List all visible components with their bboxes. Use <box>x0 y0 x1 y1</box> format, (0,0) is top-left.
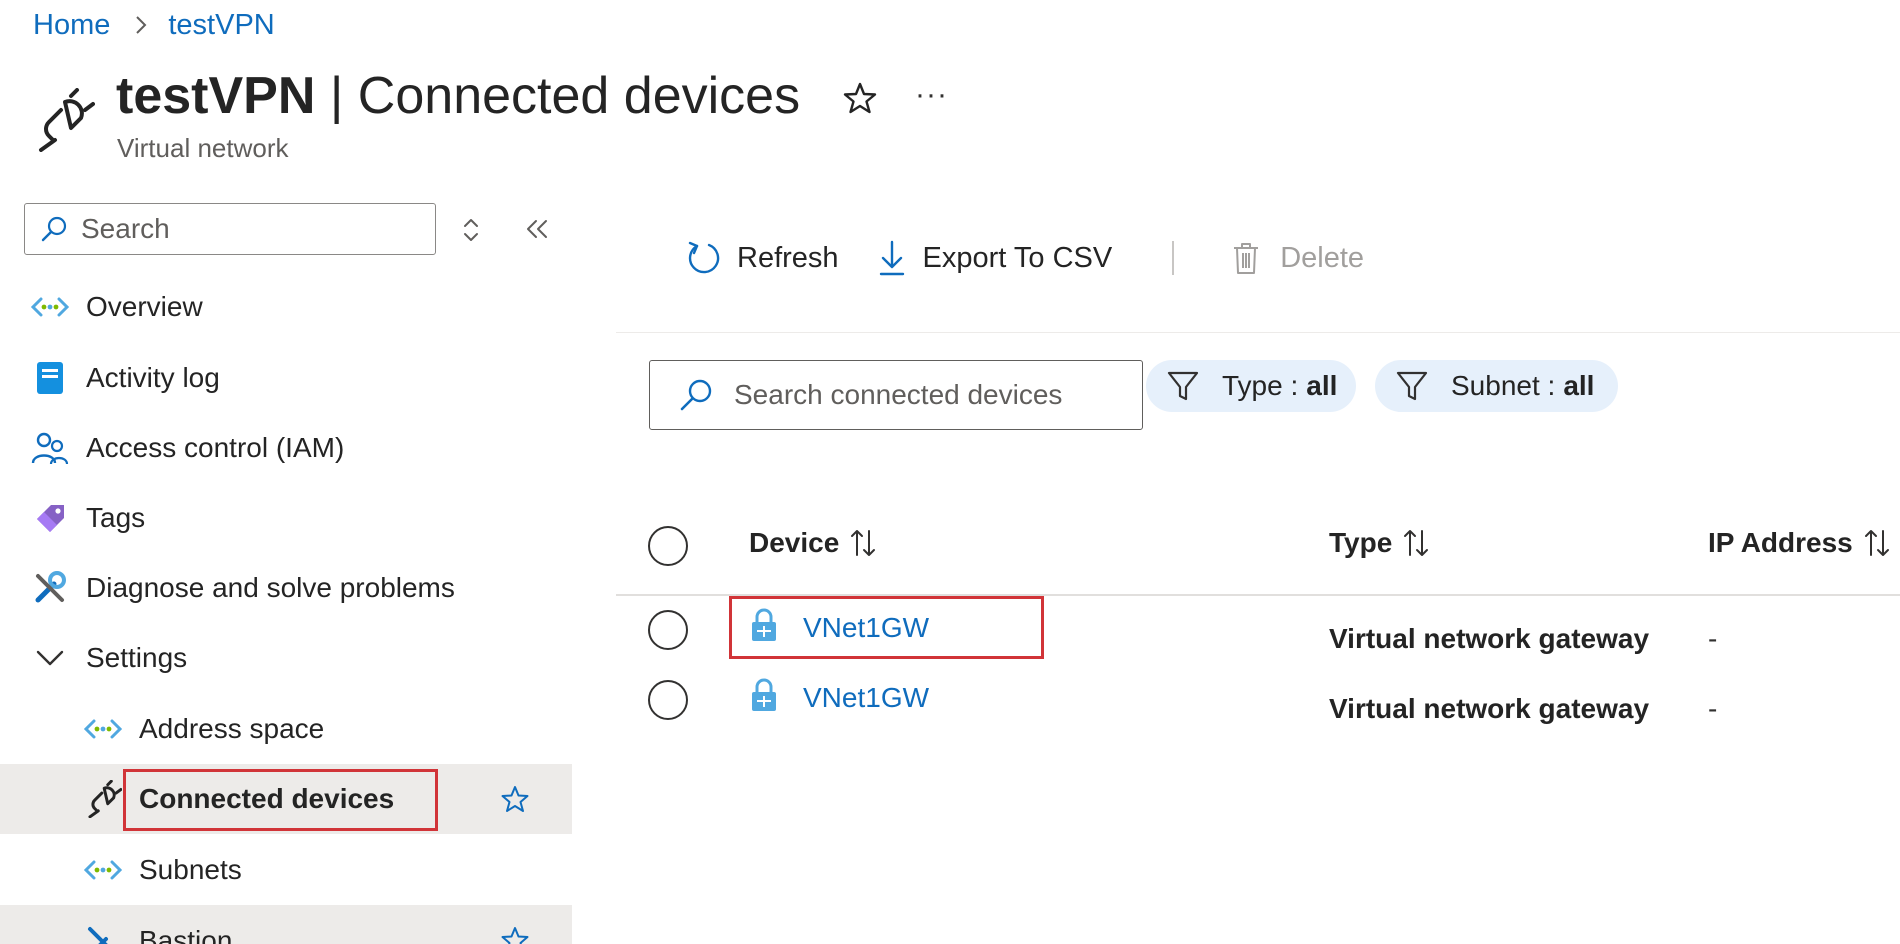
sidebar-item-settings[interactable]: Settings <box>0 623 572 693</box>
search-icon <box>41 216 67 242</box>
favorite-star-icon[interactable] <box>842 80 878 116</box>
select-all-radio[interactable] <box>648 526 688 566</box>
sidebar-search-input[interactable]: Search <box>24 203 436 255</box>
sidebar-item-diagnose[interactable]: Diagnose and solve problems <box>0 553 572 623</box>
delete-button[interactable]: Delete <box>1226 238 1364 278</box>
search-connected-devices-input[interactable]: Search connected devices <box>649 360 1143 430</box>
sidebar-item-tags[interactable]: Tags <box>0 483 572 553</box>
row-select-radio[interactable] <box>648 610 688 650</box>
toolbar-divider-line <box>616 332 1900 333</box>
sidebar-item-bastion[interactable]: Bastion <box>0 905 572 944</box>
virtual-network-icon <box>84 851 122 889</box>
refresh-icon <box>688 241 720 274</box>
sidebar-item-subnets[interactable]: Subnets <box>0 835 572 905</box>
tag-icon <box>31 499 69 537</box>
column-header-type[interactable]: Type <box>1329 527 1430 559</box>
sidebar-item-label: Subnets <box>139 854 242 885</box>
star-icon[interactable] <box>500 784 530 814</box>
subnet-filter-pill[interactable]: Subnet : all <box>1375 360 1618 412</box>
device-ip: - <box>1708 623 1718 654</box>
sidebar-item-label: Settings <box>86 642 188 673</box>
column-header-ip-address[interactable]: IP Address <box>1708 527 1891 559</box>
breadcrumb-home[interactable]: Home <box>33 9 110 42</box>
chevron-down-icon <box>31 639 69 677</box>
export-csv-button[interactable]: Export To CSV <box>875 238 1112 278</box>
collapse-sidebar-icon[interactable] <box>523 215 551 243</box>
sort-icon <box>1404 530 1429 556</box>
breadcrumb: Home testVPN <box>33 5 275 45</box>
vpn-gateway-icon <box>752 678 776 711</box>
page-title: testVPN | Connected devices <box>116 67 801 125</box>
virtual-network-icon <box>31 288 69 326</box>
device-type: Virtual network gateway <box>1329 693 1650 724</box>
plug-icon <box>84 780 122 818</box>
breadcrumb-current[interactable]: testVPN <box>168 9 274 42</box>
device-link[interactable]: VNet1GW <box>803 682 929 714</box>
highlight-box <box>123 769 438 831</box>
sort-icon <box>1864 530 1889 556</box>
command-bar: Refresh Export To CSV Delete <box>683 232 1364 284</box>
download-icon <box>879 240 904 276</box>
device-type: Virtual network gateway <box>1329 623 1650 654</box>
sidebar-item-label: Activity log <box>86 362 220 393</box>
highlight-box <box>729 596 1044 659</box>
refresh-button[interactable]: Refresh <box>683 238 839 278</box>
virtual-network-icon <box>84 710 122 748</box>
column-header-device[interactable]: Device <box>749 527 877 559</box>
toolbar-divider <box>1172 241 1175 275</box>
row-select-radio[interactable] <box>648 680 688 720</box>
device-ip: - <box>1708 693 1718 724</box>
more-options-button[interactable]: ··· <box>915 78 948 112</box>
filter-icon <box>1396 371 1428 401</box>
sidebar-item-label: Tags <box>86 502 146 533</box>
sidebar-item-address-space[interactable]: Address space <box>0 694 572 764</box>
star-icon[interactable] <box>500 925 530 944</box>
activity-log-icon <box>31 359 69 397</box>
wrench-icon <box>31 569 69 607</box>
page-subtitle: Virtual network <box>117 133 289 163</box>
search-icon <box>680 379 712 411</box>
sidebar-item-overview[interactable]: Overview <box>0 272 572 342</box>
trash-icon <box>1234 243 1259 274</box>
bastion-icon <box>84 923 122 944</box>
sidebar-item-label: Bastion <box>139 925 233 944</box>
people-icon <box>31 429 69 467</box>
chevron-right-icon <box>136 16 147 34</box>
sidebar-item-label: Diagnose and solve problems <box>86 572 455 603</box>
filter-icon <box>1167 371 1199 401</box>
sidebar-item-label: Access control (IAM) <box>86 432 345 463</box>
plug-icon <box>39 88 95 152</box>
type-filter-pill[interactable]: Type : all <box>1146 360 1356 412</box>
sort-icon <box>851 530 876 556</box>
sidebar-item-access-control[interactable]: Access control (IAM) <box>0 413 572 483</box>
sidebar-item-label: Overview <box>86 291 203 322</box>
sidebar-item-label: Address space <box>139 713 325 744</box>
expand-collapse-icon[interactable] <box>459 216 483 244</box>
sidebar-item-activity-log[interactable]: Activity log <box>0 343 572 413</box>
